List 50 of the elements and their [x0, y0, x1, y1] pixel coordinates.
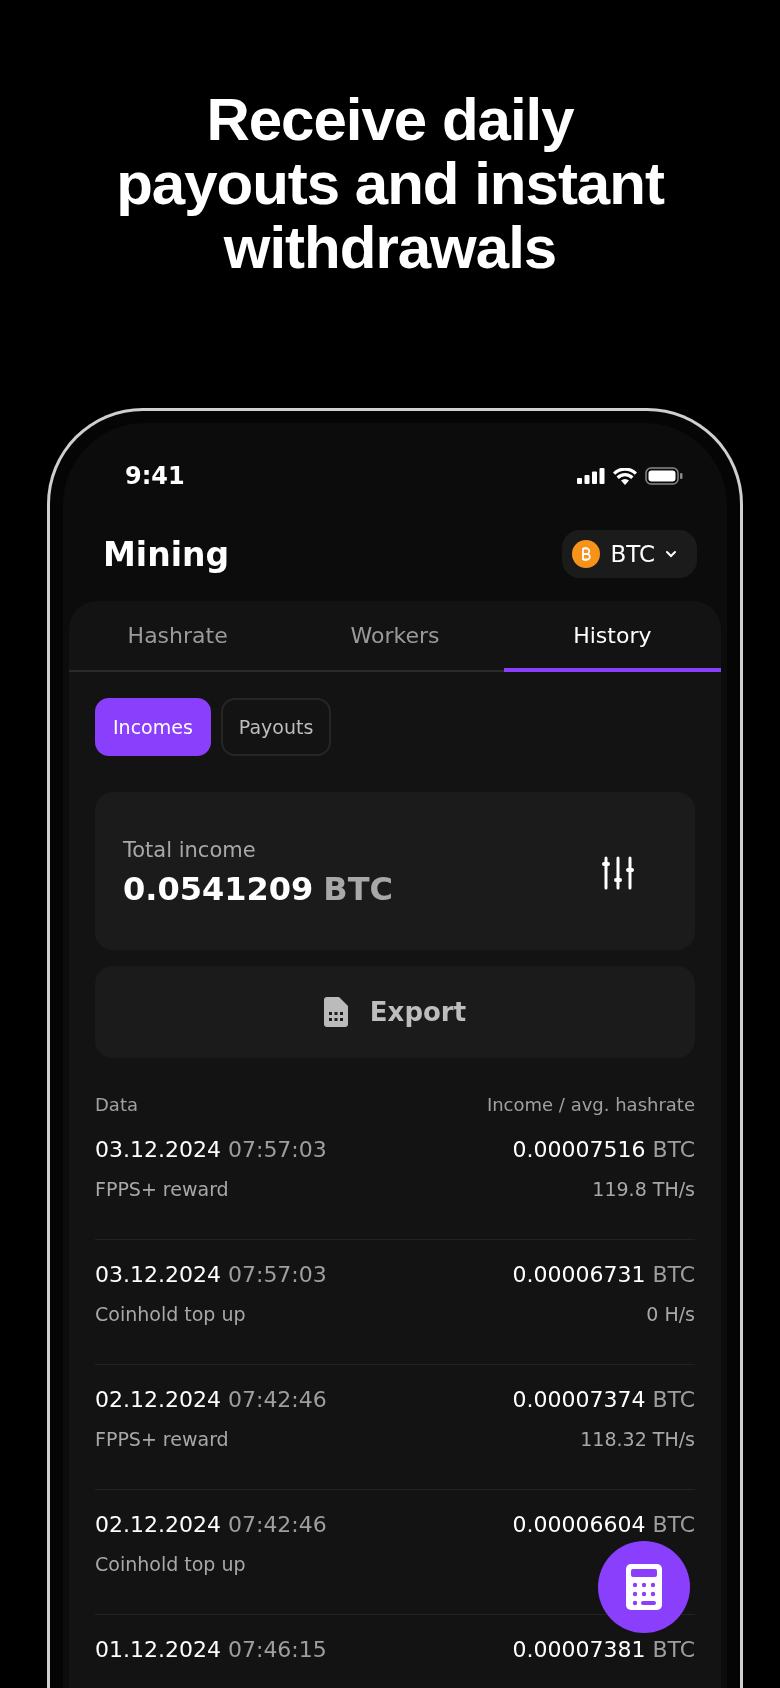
- row-time: 07:46:15: [227, 1637, 327, 1662]
- row-type: FPPS+ reward: [95, 1178, 229, 1200]
- row-amount: 0.00006604: [512, 1512, 646, 1537]
- chevron-down-icon: [665, 550, 677, 558]
- total-unit: BTC: [323, 870, 393, 908]
- spreadsheet-file-icon: [323, 997, 348, 1027]
- row-type: Coinhold top up: [95, 1303, 246, 1325]
- battery-icon: [645, 467, 683, 485]
- row-time: 07:57:03: [227, 1262, 327, 1287]
- headline: Receive daily payouts and instant withdrawals: [115, 85, 666, 280]
- filter-icon[interactable]: [601, 855, 635, 891]
- row-unit: BTC: [652, 1262, 695, 1287]
- row-amount: 0.00007381: [512, 1637, 646, 1662]
- row-date: 03.12.2024: [95, 1137, 221, 1162]
- segment-button[interactable]: Incomes: [95, 698, 211, 756]
- status-time: 9:41: [125, 462, 185, 490]
- column-header: Income / avg. hashrate: [486, 1094, 695, 1115]
- row-amount: 0.00007516: [512, 1137, 646, 1162]
- row-type: FPPS+ reward: [95, 1428, 229, 1450]
- row-date: 02.12.2024: [95, 1512, 221, 1537]
- row-unit: BTC: [652, 1387, 695, 1412]
- row-unit: BTC: [652, 1637, 695, 1662]
- row-time: 07:42:46: [227, 1387, 327, 1412]
- tab[interactable]: Hashrate: [69, 601, 287, 672]
- row-unit: BTC: [652, 1137, 695, 1162]
- total-amount: 0.0541209: [123, 870, 314, 908]
- total-label: Total income: [123, 838, 257, 862]
- calculator-icon: [626, 1564, 662, 1610]
- export-button[interactable]: Export: [95, 966, 695, 1058]
- tab[interactable]: History: [503, 601, 721, 672]
- row-type: Coinhold top up: [95, 1553, 246, 1575]
- row-unit: BTC: [652, 1512, 695, 1537]
- row-date: 02.12.2024: [95, 1387, 221, 1412]
- row-time: 07:42:46: [227, 1512, 327, 1537]
- row-hashrate: 118.32 TH/s: [580, 1428, 695, 1450]
- row-date: 01.12.2024: [95, 1637, 221, 1662]
- row-time: 07:57:03: [227, 1137, 327, 1162]
- segment-button[interactable]: Payouts: [220, 698, 332, 756]
- column-header: Data: [95, 1094, 138, 1115]
- tab[interactable]: Workers: [286, 601, 504, 672]
- wifi-icon: [613, 467, 637, 485]
- signal-icon: [577, 468, 605, 484]
- row-amount: 0.00006731: [512, 1262, 646, 1287]
- row-date: 03.12.2024: [95, 1262, 221, 1287]
- page-title: Mining: [103, 534, 230, 574]
- row-hashrate: 119.8 TH/s: [592, 1178, 695, 1200]
- bitcoin-icon: [572, 540, 601, 568]
- row-hashrate: 0 H/s: [646, 1303, 695, 1325]
- row-amount: 0.00007374: [512, 1387, 646, 1412]
- currency-selector[interactable]: BTC: [562, 530, 697, 578]
